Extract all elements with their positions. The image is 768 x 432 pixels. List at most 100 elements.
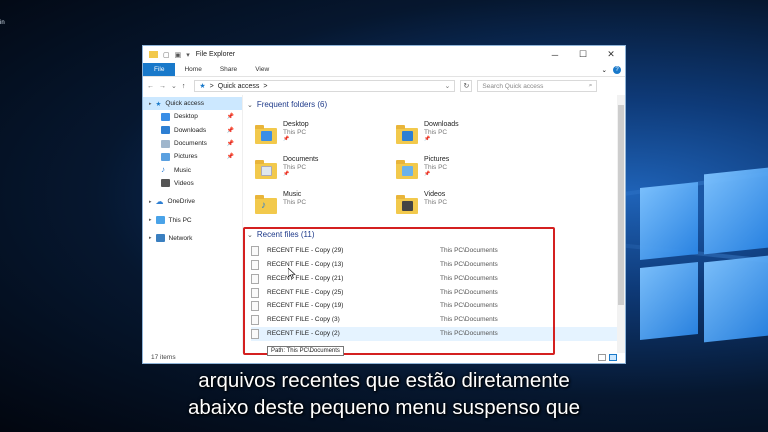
folder-name: Downloads: [424, 121, 459, 128]
folder-location: This PC: [283, 129, 307, 136]
title-bar: ▢ ▣ ▾ File Explorer ─ ☐ ✕: [143, 46, 625, 63]
sidebar-item-pictures[interactable]: Pictures 📌: [143, 150, 242, 163]
documents-icon: [161, 139, 170, 148]
subtitle-line: abaixo deste pequeno menu suspenso que: [187, 396, 581, 419]
folder-location: This PC: [283, 199, 307, 206]
scrollbar-thumb[interactable]: [618, 105, 624, 305]
downloads-icon: [161, 126, 170, 135]
folder-name: Music: [283, 191, 302, 198]
sidebar-item-this-pc[interactable]: ▸ This PC: [143, 213, 242, 226]
ribbon-right: ⌄ ?: [602, 63, 625, 76]
expand-chevron-icon[interactable]: ▸: [149, 235, 152, 241]
breadcrumb-quick-access[interactable]: Quick access: [218, 83, 260, 90]
tab-file[interactable]: File: [143, 63, 176, 76]
address-dropdown-icon[interactable]: ⌄: [445, 82, 451, 90]
folder-icon: [396, 158, 418, 180]
folder-tile-pictures[interactable]: Pictures This PC 📌: [396, 156, 536, 186]
quick-access-toolbar: ▢ ▣ ▾: [143, 51, 190, 59]
windows-logo: [640, 165, 768, 355]
maximize-button[interactable]: ☐: [569, 46, 597, 63]
folder-icon: [255, 123, 277, 145]
forward-arrow-icon[interactable]: →: [159, 83, 166, 90]
sidebar-item-label: This PC: [168, 216, 192, 224]
expand-chevron-icon[interactable]: ▸: [149, 217, 152, 223]
search-icon: ⌕: [588, 82, 593, 89]
folder-tile-downloads[interactable]: Downloads This PC 📌: [396, 121, 536, 151]
subtitle-line: arquivos recentes que estão diretamente: [198, 369, 570, 392]
video-subtitle: arquivos recentes que estão diretamente …: [0, 367, 768, 421]
network-icon: [155, 234, 165, 243]
tab-home[interactable]: Home: [175, 63, 210, 76]
address-bar[interactable]: ★ > Quick access > ⌄: [194, 80, 456, 92]
folder-tile-desktop[interactable]: Desktop This PC 📌: [255, 121, 395, 151]
computer-icon: [155, 216, 165, 225]
toolbar-dropdown-icon[interactable]: ▾: [186, 51, 190, 59]
minimize-button[interactable]: ─: [541, 46, 569, 63]
window-title: File Explorer: [195, 51, 236, 58]
large-icons-view-icon[interactable]: [609, 353, 617, 361]
tab-share[interactable]: Share: [211, 63, 246, 76]
sidebar-item-videos[interactable]: Videos: [143, 177, 242, 190]
expand-ribbon-icon[interactable]: ⌄: [602, 66, 607, 74]
search-placeholder: Search Quick access: [482, 82, 544, 90]
vertical-scrollbar[interactable]: [617, 95, 625, 353]
sidebar-item-onedrive[interactable]: ▸ ☁ OneDrive: [143, 195, 242, 208]
pin-icon: 📌: [226, 154, 234, 161]
properties-icon[interactable]: ▢: [163, 51, 170, 59]
ribbon-tabs: File Home Share View ⌄ ?: [143, 63, 625, 77]
sidebar-item-label: Documents: [174, 140, 207, 148]
up-arrow-icon[interactable]: ↑: [182, 83, 186, 90]
details-view-icon[interactable]: [598, 353, 606, 361]
sidebar-item-music[interactable]: ♪ Music: [143, 163, 242, 176]
new-folder-icon[interactable]: ▣: [175, 51, 182, 59]
logo-pane: [640, 261, 698, 341]
back-arrow-icon[interactable]: ←: [147, 83, 154, 90]
folder-icon: [149, 51, 158, 58]
pin-icon: 📌: [226, 141, 234, 148]
pictures-icon: [161, 152, 170, 161]
breadcrumb-separator: >: [263, 82, 268, 90]
sidebar-item-label: Videos: [174, 179, 194, 187]
folder-location: This PC: [424, 199, 448, 206]
window-controls: ─ ☐ ✕: [541, 46, 625, 63]
sidebar-item-label: Pictures: [174, 153, 198, 161]
folder-name: Documents: [283, 156, 319, 163]
sidebar-item-downloads[interactable]: Downloads 📌: [143, 124, 242, 137]
sidebar-item-label: Quick access: [165, 100, 204, 108]
collapse-chevron-icon[interactable]: ⌄: [247, 101, 253, 109]
close-button[interactable]: ✕: [597, 46, 625, 63]
sidebar-item-network[interactable]: ▸ Network: [143, 232, 242, 245]
star-icon: ★: [199, 83, 206, 90]
frequent-folders-header[interactable]: ⌄ Frequent folders (6): [247, 100, 327, 109]
expand-chevron-icon[interactable]: ▸: [149, 199, 152, 205]
pin-icon: 📌: [226, 127, 234, 134]
refresh-button[interactable]: ↻: [460, 80, 473, 92]
expand-chevron-icon[interactable]: ▸: [149, 101, 152, 107]
view-switcher: [598, 353, 617, 361]
breadcrumb-separator: >: [209, 82, 214, 90]
search-input[interactable]: Search Quick access ⌕: [477, 80, 598, 92]
music-icon: ♪: [161, 165, 165, 175]
folder-icon: [255, 158, 277, 180]
videos-icon: [161, 179, 170, 188]
folder-tile-videos[interactable]: Videos This PC: [396, 191, 536, 221]
section-title: Frequent folders (6): [256, 100, 328, 109]
folder-tile-music[interactable]: ♪ Music This PC: [255, 191, 395, 221]
tab-view[interactable]: View: [246, 63, 278, 76]
sidebar-item-desktop[interactable]: Desktop 📌: [143, 110, 242, 123]
sidebar-item-label: Music: [174, 166, 191, 174]
sidebar-item-label: Network: [168, 234, 193, 242]
sidebar-item-quick-access[interactable]: ▸ ★ Quick access: [143, 97, 242, 111]
logo-pane: [704, 255, 768, 343]
pin-icon: 📌: [283, 171, 290, 177]
folder-tile-documents[interactable]: Documents This PC 📌: [255, 156, 395, 186]
recent-locations-icon[interactable]: ⌄: [171, 82, 177, 90]
pin-icon: 📌: [424, 171, 431, 177]
mouse-cursor-icon: [288, 268, 296, 279]
sidebar-item-label: Desktop: [174, 113, 198, 121]
sidebar-item-documents[interactable]: Documents 📌: [143, 137, 242, 150]
sidebar-item-label: OneDrive: [167, 198, 195, 206]
highlight-annotation-box: [243, 227, 555, 355]
help-icon[interactable]: ?: [613, 65, 621, 74]
logo-pane: [704, 167, 768, 255]
